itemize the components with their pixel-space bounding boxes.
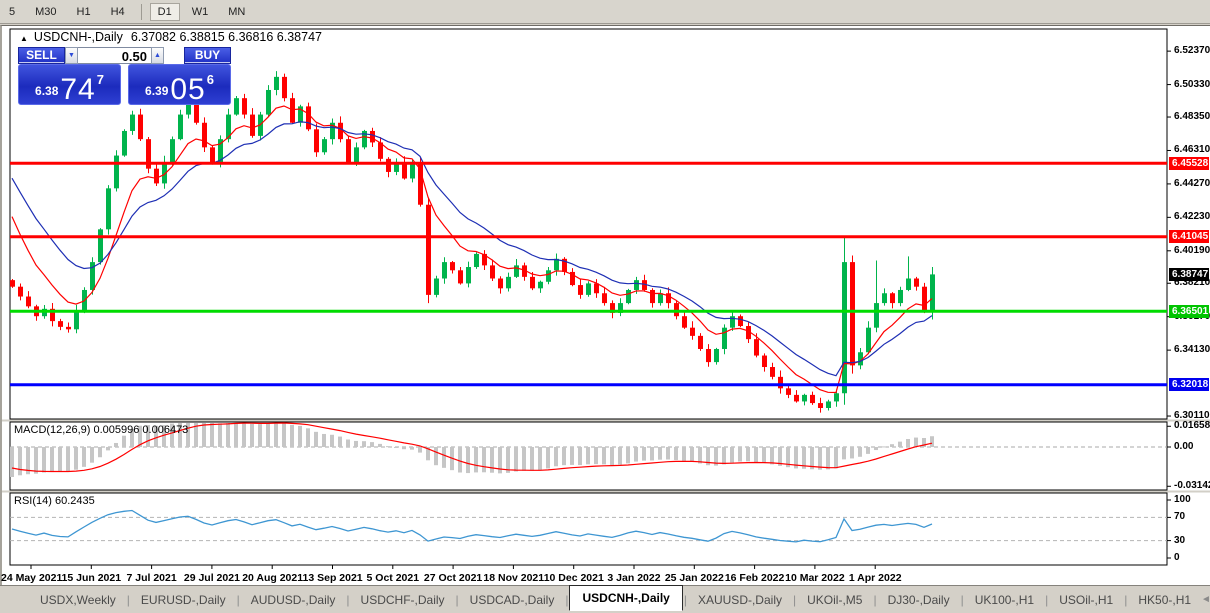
collapse-triangle-icon[interactable]: ▲ [20,34,28,43]
tab-usdcnh-daily[interactable]: USDCNH-,Daily [569,585,682,611]
tab-separator: | [961,593,964,607]
toolbar-separator [141,4,142,20]
macd-name: MACD(12,26,9) [14,424,90,436]
timeframe-button-h1[interactable]: H1 [69,3,99,21]
timeframe-button-m30[interactable]: M30 [27,3,64,21]
buy-price-pips: 05 [170,77,205,103]
sell-button[interactable]: SELL [18,47,65,64]
volume-input[interactable]: 0.50 [78,47,151,64]
timeframe-button-w1[interactable]: W1 [184,3,217,21]
chart-ohlc-values: 6.37082 6.38815 6.36816 6.38747 [131,30,322,44]
chart-symbol-label: USDCNH-,Daily [34,30,123,44]
tab-separator: | [684,593,687,607]
tab-usdx-weekly[interactable]: USDX,Weekly [30,589,126,611]
tab-separator: | [346,593,349,607]
buy-button[interactable]: BUY [184,47,231,64]
buy-price-point: 6 [207,72,214,87]
tab-separator: | [456,593,459,607]
tab-separator: | [237,593,240,607]
chart-window: 6.523706.503306.483506.463106.442706.422… [0,25,1210,585]
tab-separator: | [127,593,130,607]
volume-increase-button[interactable]: ▲ [151,47,164,64]
timeframe-button-mn[interactable]: MN [220,3,253,21]
rsi-name: RSI(14) [14,495,52,507]
tab-hk50-h1[interactable]: HK50-,H1 [1128,589,1201,611]
down-arrow-icon: ▼ [68,52,75,59]
mt4-terminal: 5M30 H1H4 D1W1MN 6.523706.503306.483506.46… [0,0,1210,613]
up-arrow-icon: ▲ [154,52,161,59]
sell-price-figure: 6.38 [35,84,58,98]
buy-price-figure: 6.39 [145,84,168,98]
timeframe-button-5[interactable]: 5 [1,3,23,21]
tab-separator: | [1124,593,1127,607]
tab-eurusd-daily[interactable]: EURUSD-,Daily [131,589,236,611]
sell-price-pips: 74 [60,77,95,103]
one-click-trading-panel: SELL ▼ 0.50 ▲ BUY 6.38 74 7 6.39 05 6 [18,47,231,105]
chart-title: ▲ USDCNH-,Daily 6.37082 6.38815 6.36816 6.… [20,30,322,44]
tab-separator: | [565,593,568,607]
chart-plot[interactable] [2,26,1210,586]
chart-tab-bar: USDX,Weekly|EURUSD-,Daily|AUDUSD-,Daily|… [0,585,1210,613]
volume-decrease-button[interactable]: ▼ [65,47,78,64]
tab-scroll-arrows: ◄► [1201,594,1210,605]
tab-audusd-daily[interactable]: AUDUSD-,Daily [241,589,346,611]
tab-dj30-daily[interactable]: DJ30-,Daily [878,589,960,611]
timeframe-toolbar: 5M30 H1H4 D1W1MN [0,0,1210,24]
tab-separator: | [793,593,796,607]
tab-separator: | [1045,593,1048,607]
macd-values: 0.005996 0.006473 [93,424,188,436]
timeframe-button-d1[interactable]: D1 [150,3,180,21]
tab-separator: | [873,593,876,607]
timeframe-button-h4[interactable]: H4 [103,3,133,21]
sell-price-point: 7 [97,72,104,87]
tab-uk100-h1[interactable]: UK100-,H1 [965,589,1044,611]
sell-price-display[interactable]: 6.38 74 7 [18,64,121,105]
rsi-value: 60.2435 [55,495,95,507]
tab-xauusd-daily[interactable]: XAUUSD-,Daily [688,589,792,611]
rsi-indicator-label: RSI(14) 60.2435 [14,495,95,507]
tab-usoil-h1[interactable]: USOil-,H1 [1049,589,1123,611]
tab-ukoil-m5[interactable]: UKOil-,M5 [797,589,872,611]
tab-usdcad-daily[interactable]: USDCAD-,Daily [460,589,565,611]
tab-scroll-left-icon[interactable]: ◄ [1201,594,1210,605]
buy-price-display[interactable]: 6.39 05 6 [128,64,231,105]
tab-usdchf-daily[interactable]: USDCHF-,Daily [351,589,455,611]
macd-indicator-label: MACD(12,26,9) 0.005996 0.006473 [14,424,188,436]
